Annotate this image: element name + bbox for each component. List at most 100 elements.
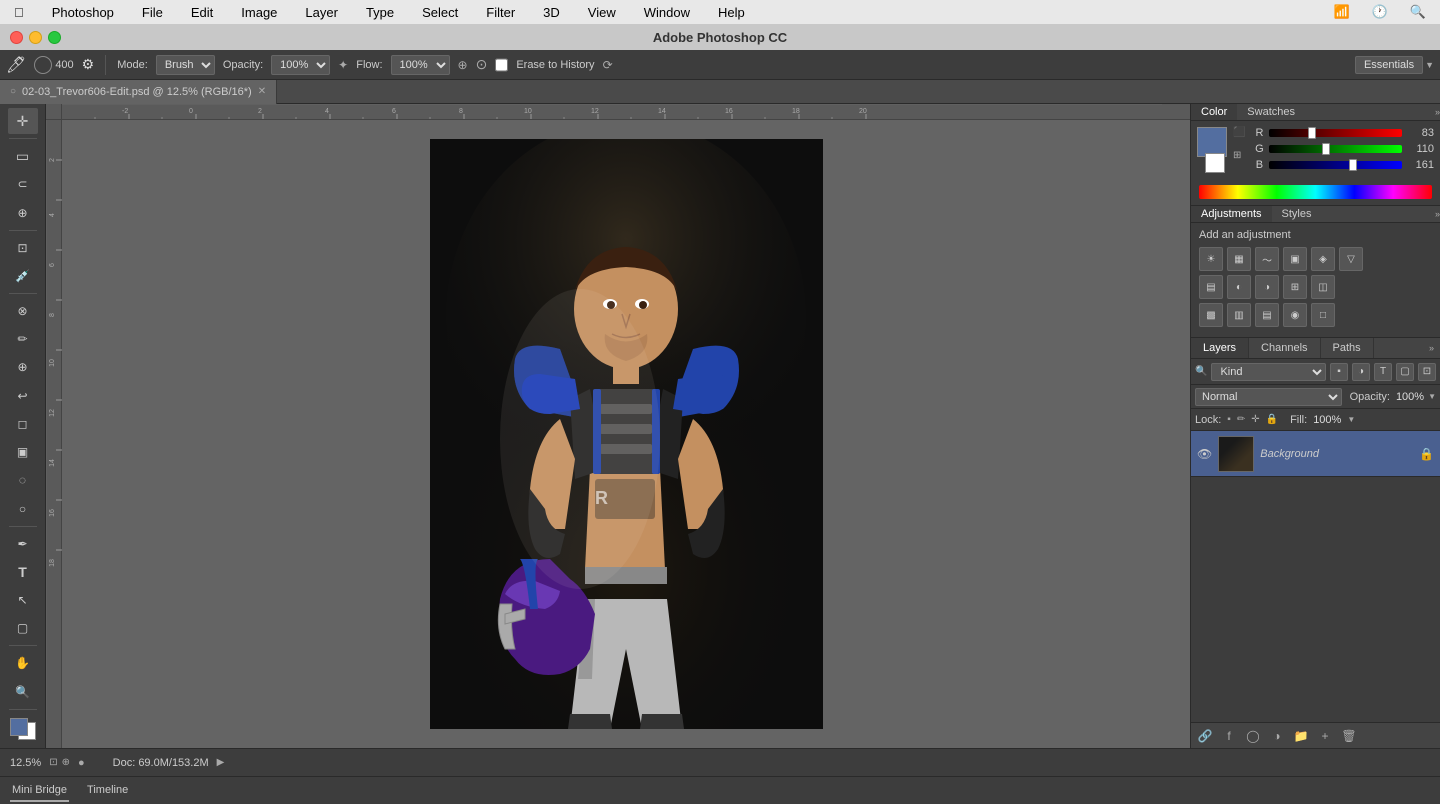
text-tool-btn[interactable]: T [8,559,38,585]
flow-select[interactable]: 100% [391,55,450,75]
erase-to-history-checkbox[interactable] [495,55,508,75]
menu-help[interactable]: Help [712,3,751,22]
opacity-select[interactable]: 100% [271,55,330,75]
color-spectrum-bar[interactable] [1199,185,1432,199]
zoom-fit-icon[interactable]: ⊡ [49,757,57,768]
dodge-tool-btn[interactable]: ○ [8,495,38,521]
lock-position-icon[interactable]: ✛ [1251,414,1259,425]
brightness-adj-btn[interactable]: ☀ [1199,247,1223,271]
bw-adj-btn[interactable]: ◐ [1227,275,1251,299]
lasso-tool-btn[interactable]: ⊂ [8,171,38,197]
menu-layer[interactable]: Layer [299,3,344,22]
filter-smart-btn[interactable]: ⊡ [1418,363,1436,381]
add-group-btn[interactable]: 📁 [1291,727,1311,745]
link-layers-btn[interactable]: 🔗 [1195,727,1215,745]
blur-tool-btn[interactable]: ◌ [8,467,38,493]
brush-tool-btn[interactable]: ✏ [8,326,38,352]
b-thumb[interactable] [1349,159,1357,171]
levels-adj-btn[interactable]: ▦ [1227,247,1251,271]
clone-tool-btn[interactable]: ⊕ [8,354,38,380]
brush-size-value[interactable]: 400 [55,59,73,71]
swatches-panel-tab[interactable]: Swatches [1237,104,1305,120]
status-play-btn[interactable]: ▶ [217,757,225,768]
exposure-adj-btn[interactable]: ▣ [1283,247,1307,271]
timeline-tab[interactable]: Timeline [85,780,130,802]
opacity-arrow[interactable]: ▼ [1428,392,1436,401]
r-thumb[interactable] [1308,127,1316,139]
eyedropper-tool-btn[interactable]: 💉 [8,263,38,289]
heal-tool-btn[interactable]: ⊗ [8,298,38,324]
channelmixer-adj-btn[interactable]: ⊞ [1283,275,1307,299]
airbrush-icon[interactable]: ⊙ [476,56,488,73]
filter-shape-btn[interactable]: ▢ [1396,363,1414,381]
invert-adj-btn[interactable]: ▩ [1199,303,1223,327]
minibridge-tab[interactable]: Mini Bridge [10,780,69,802]
fill-value[interactable]: 100% [1313,414,1341,426]
styles-tab[interactable]: Styles [1272,206,1322,222]
tab-close-button[interactable]: ✕ [258,86,266,97]
add-adjustment-btn[interactable]: ◑ [1267,727,1287,745]
gradient-tool-btn[interactable]: ▣ [8,439,38,465]
adj-panel-expand[interactable]: » [1435,209,1440,219]
zoom-actual-icon[interactable]: ⊕ [62,757,70,768]
path-select-btn[interactable]: ↖ [8,587,38,613]
add-style-btn[interactable]: f [1219,727,1239,745]
threshold-adj-btn[interactable]: ▤ [1255,303,1279,327]
toolbar-color-swatches[interactable] [8,716,38,742]
colorbalance-adj-btn[interactable]: ▤ [1199,275,1223,299]
filter-adjustment-btn[interactable]: ◑ [1352,363,1370,381]
move-tool-btn[interactable]: ✛ [8,108,38,134]
lock-all-icon[interactable]: 🔒 [1266,414,1278,425]
zoom-tool-btn[interactable]: 🔍 [8,679,38,705]
apple-menu[interactable]:  [8,3,30,22]
filter-pixel-btn[interactable]: ▪ [1330,363,1348,381]
blend-mode-select[interactable]: Normal [1195,388,1342,406]
menu-image[interactable]: Image [235,3,283,22]
menu-select[interactable]: Select [416,3,464,22]
add-layer-btn[interactable]: + [1315,727,1335,745]
color-panel-expand[interactable]: » [1435,107,1440,117]
gradient-adj-btn[interactable]: ◉ [1283,303,1307,327]
marquee-tool-btn[interactable]: ▭ [8,143,38,169]
menu-file[interactable]: File [136,3,169,22]
layers-filter-select[interactable]: Kind [1211,363,1326,381]
opacity-value[interactable]: 100% [1396,391,1424,403]
selectivecolor-adj-btn[interactable]: □ [1311,303,1335,327]
crop-tool-btn[interactable]: ⊡ [8,235,38,261]
menu-window[interactable]: Window [638,3,696,22]
color-spectrum-icon[interactable]: ⬛ [1233,127,1245,138]
b-slider[interactable] [1269,161,1402,169]
menu-3d[interactable]: 3D [537,3,566,22]
menu-view[interactable]: View [582,3,622,22]
colorlookup-adj-btn[interactable]: ◫ [1311,275,1335,299]
document-tab[interactable]: ○ 02-03_Trevor606-Edit.psd @ 12.5% (RGB/… [0,80,277,104]
close-button[interactable] [10,31,23,44]
maximize-button[interactable] [48,31,61,44]
menu-type[interactable]: Type [360,3,400,22]
color-panel-tab[interactable]: Color [1191,104,1237,120]
erase-to-history-label[interactable]: Erase to History [516,59,594,71]
menu-photoshop[interactable]: Photoshop [46,3,120,22]
eraser-tool-btn[interactable]: ◻ [8,411,38,437]
vibrance-adj-btn[interactable]: ◈ [1311,247,1335,271]
r-slider[interactable] [1269,129,1402,137]
fill-arrow[interactable]: ▼ [1347,415,1355,424]
lock-transparency-icon[interactable]: ▪ [1227,414,1231,425]
curves-adj-btn[interactable]: 〜 [1255,247,1279,271]
brush-mode-select[interactable]: Brush [156,55,215,75]
layer-visibility-icon[interactable]: 👁 [1197,447,1212,461]
canvas-image[interactable]: R [430,139,823,729]
history-brush-btn[interactable]: ↩ [8,383,38,409]
color-web-icon[interactable]: ⊞ [1233,150,1245,161]
brush-size-control[interactable]: 400 [34,56,73,74]
pen-tool-btn[interactable]: ✒ [8,531,38,557]
minimize-button[interactable] [29,31,42,44]
essentials-button[interactable]: Essentials [1355,56,1423,74]
hsl-adj-btn[interactable]: ▽ [1339,247,1363,271]
add-mask-btn[interactable]: ◯ [1243,727,1263,745]
g-slider[interactable] [1269,145,1402,153]
menu-edit[interactable]: Edit [185,3,219,22]
hand-tool-btn[interactable]: ✋ [8,650,38,676]
background-layer-row[interactable]: 👁 Background 🔒 [1191,431,1440,477]
toolbar-fg-color[interactable] [10,718,28,736]
